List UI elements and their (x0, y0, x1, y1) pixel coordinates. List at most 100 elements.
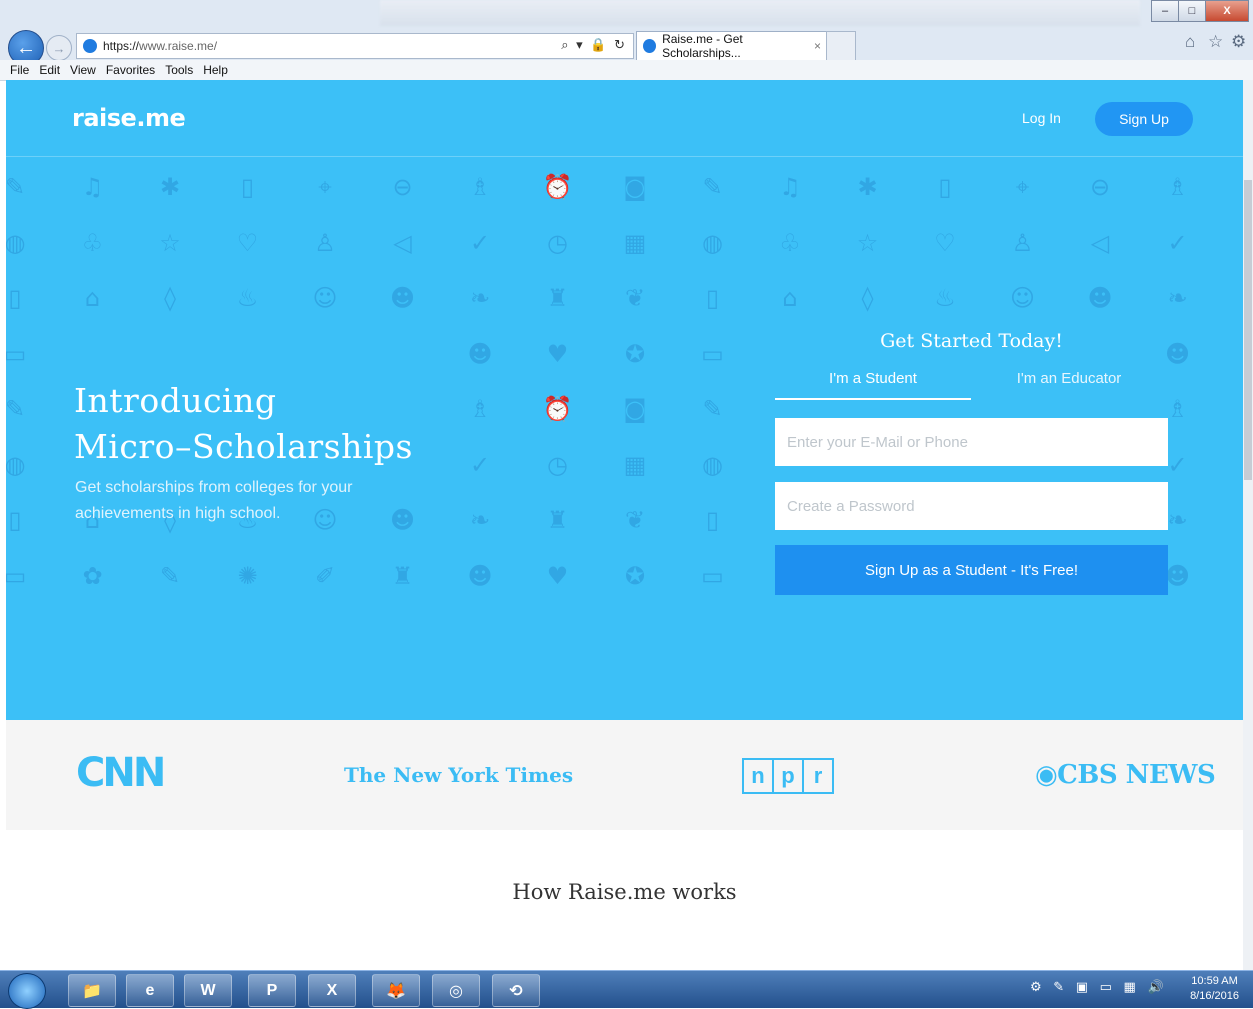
pattern-icon: ▯ (240, 173, 255, 201)
pattern-icon: ◊ (164, 284, 176, 312)
pattern-icon: ◁ (393, 228, 412, 257)
npr-letter: r (802, 758, 834, 794)
pattern-icon: ☻ (467, 561, 493, 590)
pattern-icon: ✎ (6, 173, 26, 201)
cnn-logo: CNN (76, 750, 166, 796)
pattern-icon: ☆ (159, 228, 181, 257)
raise-me-logo[interactable]: raise.me (72, 104, 186, 132)
hero-section: ✎ ♫ ✱ ▯ ⌖ ⊖ ♗ ⏰ ◙ ✎ ♫ ✱ ▯ ⌖ ⊖ ♗ ◍ ♧ ☆ ♡ ♙ ◁ ✓ ◷ ▦ ◍ ♧ ☆ ♡ ♙ ◁ ✓ ▯ ⌂ ◊ ♨ ☺ ☻ ❧ ♜… (6, 80, 1243, 720)
settings-icon[interactable]: ⚙ (1231, 32, 1246, 52)
pattern-icon: ⌂ (84, 284, 101, 312)
pattern-icon: ◍ (702, 228, 723, 257)
menu-tools[interactable]: Tools (165, 63, 193, 77)
pattern-icon: ✎ (6, 395, 26, 423)
npr-letter: p (772, 758, 804, 794)
pattern-icon: ♜ (391, 561, 414, 590)
menu-favorites[interactable]: Favorites (106, 63, 155, 77)
form-title: Get Started Today! (880, 330, 1063, 352)
search-refresh-icon[interactable]: ⌕ ▾ 🔒 ↻ (561, 37, 627, 53)
url-host: www.raise.me/ (139, 39, 218, 53)
pattern-icon: ▭ (701, 339, 724, 368)
pattern-icon: ❧ (469, 284, 491, 312)
pattern-icon: ✱ (159, 173, 181, 201)
close-window-button[interactable]: X (1205, 0, 1249, 22)
pattern-icon: ◍ (6, 228, 26, 257)
pattern-icon: ⏰ (542, 173, 573, 201)
menu-edit[interactable]: Edit (39, 63, 60, 77)
pattern-icon: ⊖ (1089, 173, 1111, 201)
pattern-icon: ♨ (236, 284, 259, 312)
pattern-icon: ◍ (6, 450, 26, 479)
pattern-icon: ♙ (314, 228, 336, 257)
browser-tab[interactable]: Raise.me - Get Scholarships... × (636, 31, 828, 61)
firefox-taskbar-icon[interactable]: 🦊 (372, 974, 420, 1007)
menu-view[interactable]: View (70, 63, 96, 77)
new-tab-button[interactable] (826, 31, 856, 61)
favorites-icon[interactable]: ☆ (1208, 32, 1223, 52)
active-tab-underline (775, 398, 971, 400)
pattern-icon: ◍ (702, 450, 723, 479)
explorer-taskbar-icon[interactable]: 📁 (68, 974, 116, 1007)
pattern-icon: ♥ (546, 561, 569, 590)
pattern-icon: ▯ (938, 173, 952, 201)
start-button[interactable] (8, 973, 46, 1009)
pattern-icon: ♗ (469, 395, 491, 423)
system-tray-icons[interactable]: ⚙ ✎ ▣ ▭ ▦ 🔊 (1030, 979, 1168, 995)
form-tabs: I'm a Student I'm an Educator (775, 370, 1168, 400)
pattern-icon: ◁ (1090, 228, 1110, 257)
page-scrollbar[interactable] (1243, 80, 1253, 970)
email-phone-input[interactable] (775, 418, 1168, 466)
menu-bar: File Edit View Favorites Tools Help (0, 60, 1253, 81)
pattern-icon: ❦ (624, 284, 646, 312)
pattern-icon: ◊ (861, 284, 874, 312)
powerpoint-taskbar-icon[interactable]: P (248, 974, 296, 1007)
home-icon[interactable]: ⌂ (1185, 32, 1195, 52)
pattern-icon: ◙ (623, 395, 647, 423)
excel-taskbar-icon[interactable]: X (308, 974, 356, 1007)
address-bar[interactable]: https:// www.raise.me/ ⌕ ▾ 🔒 ↻ (76, 33, 634, 59)
pattern-icon: ✿ (82, 561, 103, 590)
pattern-icon: ☻ (467, 339, 493, 368)
press-logos: CNN The New York Times n p r ◉CBS NEWS (6, 720, 1243, 830)
pattern-icon: ▯ (705, 506, 720, 534)
top-nav: raise.me Log In Sign Up (6, 80, 1243, 157)
title-bar (380, 0, 1140, 26)
browser-chrome: – □ X ← → https:// www.raise.me/ ⌕ ▾ 🔒 ↻… (0, 0, 1253, 81)
pattern-icon: ♙ (1011, 228, 1034, 257)
npr-letter: n (742, 758, 774, 794)
tab-close-icon[interactable]: × (814, 39, 821, 53)
word-taskbar-icon[interactable]: W (184, 974, 232, 1007)
clock-date: 8/16/2016 (1190, 990, 1239, 1002)
pattern-icon: ⏰ (542, 395, 573, 423)
menu-help[interactable]: Help (203, 63, 228, 77)
pattern-icon: ▯ (8, 506, 22, 534)
chrome-taskbar-icon[interactable]: ◎ (432, 974, 480, 1007)
maximize-button[interactable]: □ (1178, 0, 1206, 22)
app-taskbar-icon[interactable]: ⟲ (492, 974, 540, 1007)
tab-educator[interactable]: I'm an Educator (971, 370, 1167, 400)
signup-button[interactable]: Sign Up (1095, 102, 1193, 136)
pattern-icon: ♥ (546, 339, 569, 368)
pattern-icon: ⌂ (782, 284, 798, 312)
forward-button[interactable]: → (46, 35, 72, 61)
password-input[interactable] (775, 482, 1168, 530)
pattern-icon: ♜ (546, 284, 569, 312)
scrollbar-thumb[interactable] (1244, 180, 1252, 480)
menu-file[interactable]: File (10, 63, 29, 77)
pattern-icon: ◙ (623, 173, 647, 201)
pattern-icon: ♫ (81, 173, 104, 201)
pattern-icon: ✎ (702, 395, 723, 423)
tab-student[interactable]: I'm a Student (775, 370, 971, 400)
login-link[interactable]: Log In (1022, 110, 1061, 126)
pattern-icon: ♡ (236, 228, 259, 257)
signup-student-button[interactable]: Sign Up as a Student - It's Free! (775, 545, 1168, 595)
pattern-icon: ♗ (469, 173, 491, 201)
pattern-icon: ♧ (81, 228, 104, 257)
minimize-button[interactable]: – (1151, 0, 1179, 22)
ie-taskbar-icon[interactable]: e (126, 974, 174, 1007)
tab-favicon-icon (643, 39, 657, 53)
web-page: ✎ ♫ ✱ ▯ ⌖ ⊖ ♗ ⏰ ◙ ✎ ♫ ✱ ▯ ⌖ ⊖ ♗ ◍ ♧ ☆ ♡ ♙ ◁ ✓ ◷ ▦ ◍ ♧ ☆ ♡ ♙ ◁ ✓ ▯ ⌂ ◊ ♨ ☺ ☻ ❧ ♜… (6, 80, 1243, 970)
taskbar-clock[interactable]: 10:59 AM 8/16/2016 (1190, 974, 1239, 1004)
pattern-icon: ▦ (623, 228, 647, 257)
pattern-icon: ♡ (934, 228, 956, 257)
